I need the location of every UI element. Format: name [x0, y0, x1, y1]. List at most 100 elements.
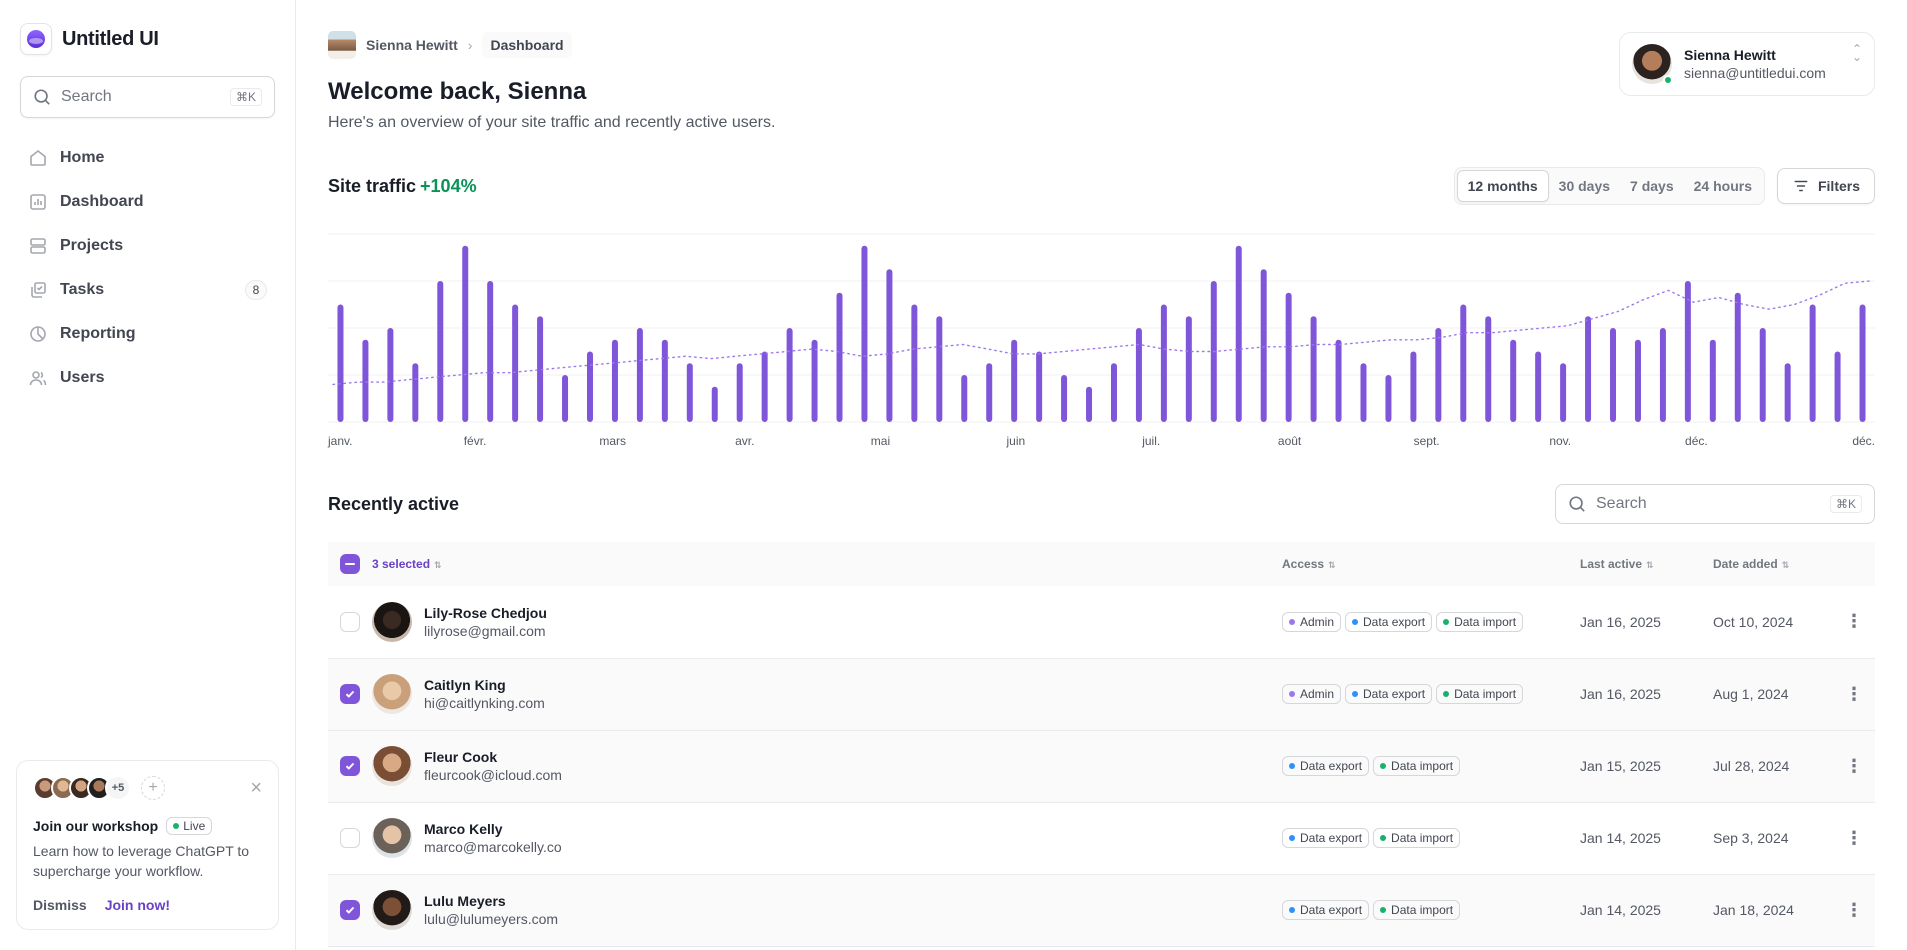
column-access[interactable]: Access ⇅ — [1282, 542, 1580, 586]
traffic-bar — [636, 328, 643, 422]
account-switcher[interactable]: Sienna Hewitt sienna@untitledui.com ⌃ ⌄ — [1619, 32, 1875, 96]
users-table: 3 selected ⇅ Access ⇅ Last active ⇅ Date ad… — [328, 542, 1875, 947]
table-search-input[interactable]: Search ⌘K — [1555, 484, 1875, 524]
pie-chart-icon — [30, 326, 46, 342]
avatar — [328, 31, 356, 59]
row-checkbox[interactable] — [340, 828, 360, 848]
range-24-hours[interactable]: 24 hours — [1684, 170, 1762, 202]
join-now-button[interactable]: Join now! — [105, 897, 170, 913]
traffic-bar — [1684, 281, 1691, 422]
user-email: hi@caitlynking.com — [424, 695, 545, 711]
traffic-bar — [911, 304, 918, 422]
dismiss-button[interactable]: Dismiss — [33, 897, 87, 913]
sidebar-item-tasks[interactable]: Tasks 8 — [20, 268, 275, 312]
users-icon — [29, 371, 47, 386]
row-checkbox[interactable] — [340, 900, 360, 920]
traffic-bar — [1310, 316, 1317, 422]
selected-count[interactable]: 3 selected — [372, 557, 430, 571]
more-actions-icon[interactable]: ⋮ — [1833, 658, 1875, 730]
traffic-bar — [1460, 304, 1467, 422]
row-checkbox[interactable] — [340, 611, 360, 632]
sidebar-search-input[interactable]: Search ⌘K — [20, 76, 275, 118]
more-actions-icon[interactable]: ⋮ — [1833, 730, 1875, 802]
traffic-bar — [811, 339, 818, 422]
traffic-bar — [711, 386, 718, 422]
traffic-bar — [1135, 328, 1142, 422]
access-tag: Data import — [1373, 756, 1461, 776]
chevron-right-icon: › — [467, 37, 473, 53]
traffic-bar — [661, 339, 668, 422]
search-shortcut: ⌘K — [1829, 495, 1862, 513]
access-tag: Data export — [1282, 828, 1370, 848]
x-axis-label: juin — [1006, 434, 1026, 448]
more-actions-icon[interactable]: ⋮ — [1833, 802, 1875, 874]
x-axis-label: août — [1277, 434, 1302, 448]
sidebar-item-reporting[interactable]: Reporting — [20, 312, 275, 356]
table-row[interactable]: Lulu Meyers lulu@lulumeyers.com Data exp… — [328, 874, 1875, 946]
user-name: Marco Kelly — [424, 821, 503, 837]
traffic-bar — [586, 351, 593, 422]
filters-button[interactable]: Filters — [1776, 168, 1875, 204]
traffic-bar — [1585, 316, 1592, 422]
account-email: sienna@untitledui.com — [1684, 65, 1826, 81]
user-name: Caitlyn King — [424, 677, 506, 693]
sidebar-item-projects[interactable]: Projects — [20, 224, 275, 268]
access-tag: Data export — [1282, 900, 1370, 920]
access-tag: Data import — [1373, 900, 1461, 920]
row-checkbox[interactable] — [340, 684, 360, 704]
traffic-bar — [487, 281, 494, 422]
traffic-bar — [1260, 269, 1267, 422]
sidebar: Untitled UI Search ⌘K Home Dashboard Pro… — [0, 0, 296, 950]
site-traffic-title: Site traffic +104% — [328, 175, 477, 196]
traffic-bar — [1185, 316, 1192, 422]
traffic-bar — [1734, 292, 1741, 422]
tasks-count-badge: 8 — [245, 280, 267, 300]
breadcrumb-user[interactable]: Sienna Hewitt — [366, 37, 458, 53]
user-email: lilyrose@gmail.com — [424, 622, 546, 639]
breadcrumb-current[interactable]: Dashboard — [482, 32, 572, 58]
access-tag: Data import — [1436, 684, 1524, 704]
sidebar-item-users[interactable]: Users — [20, 356, 275, 400]
access-tag: Data import — [1436, 611, 1524, 632]
range-7-days[interactable]: 7 days — [1620, 170, 1684, 202]
access-tag: Data export — [1345, 684, 1433, 704]
traffic-bar — [1385, 375, 1392, 422]
x-axis-label: avr. — [735, 434, 755, 448]
column-date-added[interactable]: Date added ⇅ — [1713, 542, 1833, 586]
traffic-bar — [1110, 363, 1117, 422]
more-attendees-count: +5 — [105, 775, 131, 801]
brand-logo-icon — [20, 23, 52, 55]
sidebar-item-home[interactable]: Home — [20, 136, 275, 180]
sidebar-item-dashboard[interactable]: Dashboard — [20, 180, 275, 224]
table-row[interactable]: Fleur Cook fleurcook@icloud.com Data exp… — [328, 730, 1875, 802]
filter-lines-icon — [1794, 180, 1808, 192]
more-actions-icon[interactable]: ⋮ — [1833, 874, 1875, 946]
traffic-bar — [412, 363, 419, 422]
traffic-bar — [337, 304, 344, 422]
traffic-bar — [786, 328, 793, 422]
close-icon[interactable]: × — [250, 777, 262, 800]
table-row[interactable]: Marco Kelly marco@marcokelly.co Data exp… — [328, 802, 1875, 874]
traffic-chart-svg — [328, 233, 1875, 423]
row-checkbox[interactable] — [340, 756, 360, 776]
range-12-months[interactable]: 12 months — [1456, 170, 1549, 202]
select-all-checkbox[interactable] — [340, 554, 360, 574]
traffic-bar — [886, 269, 893, 422]
more-actions-icon[interactable]: ⋮ — [1833, 586, 1875, 658]
sidebar-item-label: Home — [60, 149, 105, 166]
online-status-dot — [1663, 75, 1673, 85]
brand[interactable]: Untitled UI — [20, 20, 275, 58]
workshop-card: +5 + × Join our workshop Live Learn how … — [16, 760, 279, 930]
traffic-bar — [1160, 304, 1167, 422]
traffic-bar — [1360, 363, 1367, 422]
range-30-days[interactable]: 30 days — [1549, 170, 1620, 202]
page-subtitle: Here's an overview of your site traffic … — [328, 114, 776, 131]
table-row[interactable]: Lily-Rose Chedjou lilyrose@gmail.com Adm… — [328, 586, 1875, 658]
sort-icon: ⇅ — [1646, 560, 1654, 570]
sort-icon: ⇅ — [434, 560, 442, 570]
traffic-bar — [462, 245, 469, 422]
traffic-bar — [1235, 245, 1242, 422]
column-last-active[interactable]: Last active ⇅ — [1580, 542, 1713, 586]
table-row[interactable]: Caitlyn King hi@caitlynking.com Admin Dat… — [328, 658, 1875, 730]
add-attendee-button[interactable]: + — [141, 776, 165, 800]
